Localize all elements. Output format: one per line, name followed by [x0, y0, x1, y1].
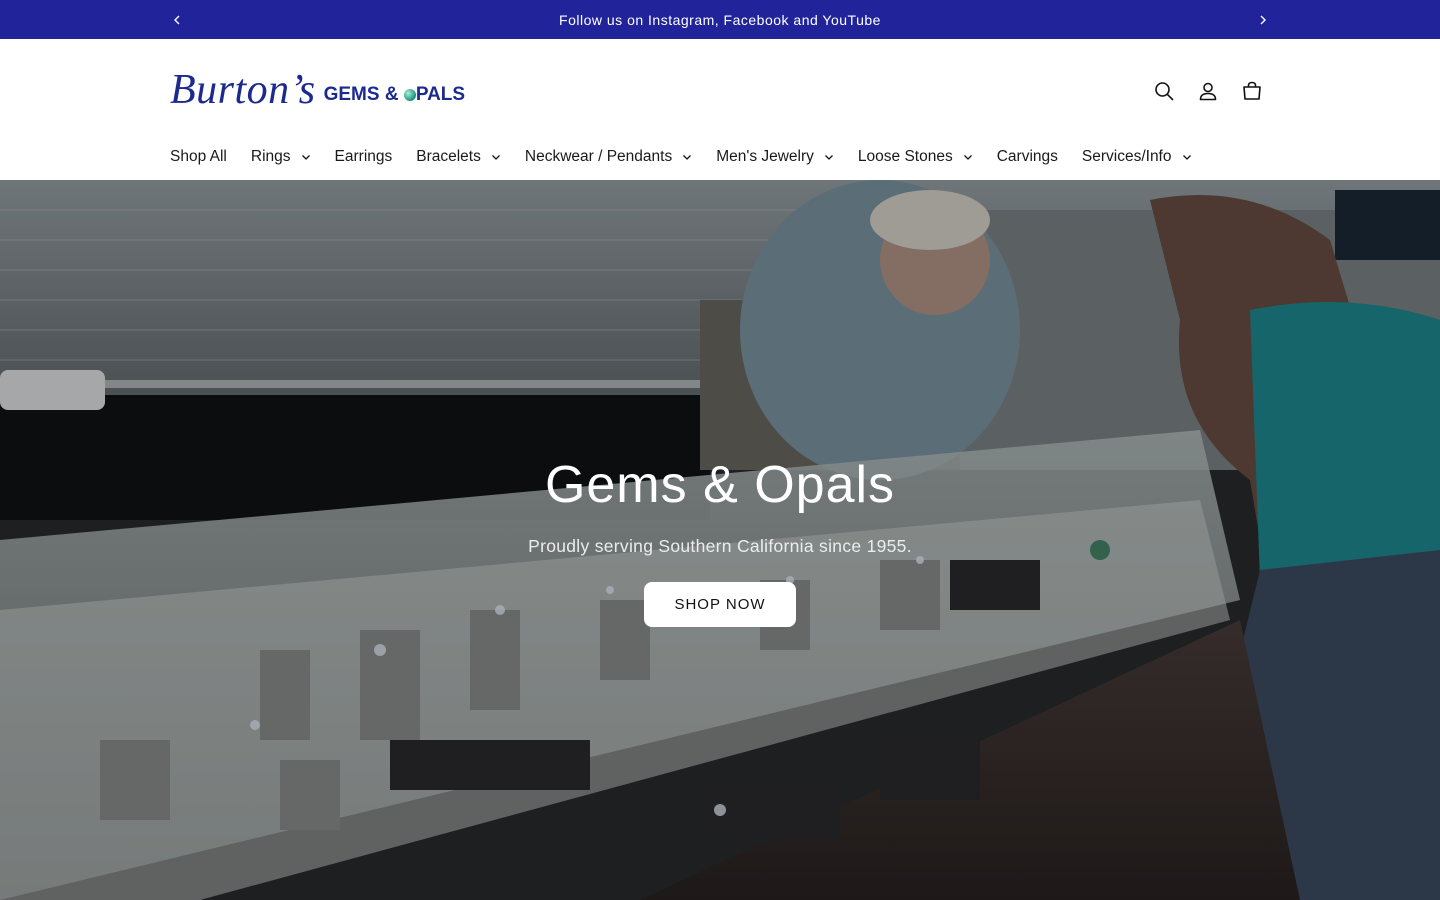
logo-sub-text: GEMS & PALS	[324, 84, 466, 106]
logo-sub-after: PALS	[415, 84, 466, 105]
store-logo[interactable]: Burton’s GEMS & PALS	[170, 65, 470, 115]
search-button[interactable]	[1148, 75, 1180, 107]
nav-item-services-info[interactable]: Services/Info	[1082, 148, 1192, 166]
hero-content: Gems & Opals Proudly serving Southern Ca…	[0, 452, 1440, 627]
account-icon	[1199, 82, 1217, 101]
chevron-down-icon	[301, 155, 310, 160]
nav-item-label: Services/Info	[1081, 148, 1172, 165]
nav-item-bracelets[interactable]: Bracelets	[416, 148, 501, 166]
opal-icon	[403, 89, 416, 101]
chevron-down-icon	[1182, 155, 1191, 160]
hero-title: Gems & Opals	[544, 456, 896, 514]
site-header: Burton’s GEMS & PALS Shop All Rings Earr…	[0, 39, 1440, 180]
nav-item-label: Earrings	[334, 148, 393, 165]
nav-item-label: Neckwear / Pendants	[524, 148, 673, 165]
chevron-down-icon	[683, 155, 692, 160]
announcement-text[interactable]: Follow us on Instagram, Facebook and You…	[559, 12, 881, 28]
announcement-next-button[interactable]	[1248, 0, 1278, 39]
cart-icon	[1243, 81, 1261, 100]
nav-item-label: Carvings	[996, 148, 1058, 165]
nav-item-label: Men's Jewelry	[716, 148, 814, 165]
nav-item-loose-stones[interactable]: Loose Stones	[858, 148, 973, 166]
nav-item-label: Loose Stones	[857, 148, 953, 165]
nav-item-label: Shop All	[170, 148, 227, 165]
chevron-left-icon	[174, 15, 180, 24]
nav-item-carvings[interactable]: Carvings	[997, 148, 1058, 166]
nav-item-earrings[interactable]: Earrings	[335, 148, 393, 166]
hero-subtitle: Proudly serving Southern California sinc…	[528, 536, 912, 556]
chevron-right-icon	[1260, 15, 1266, 24]
main-navigation: Shop All Rings Earrings Bracelets Neckwe…	[170, 145, 1216, 169]
search-icon	[1155, 82, 1174, 101]
header-icons	[1148, 75, 1268, 107]
chevron-down-icon	[963, 155, 972, 160]
nav-item-shop-all[interactable]: Shop All	[170, 148, 227, 166]
hero-banner: Gems & Opals Proudly serving Southern Ca…	[0, 180, 1440, 900]
logo-sub-before: GEMS &	[323, 84, 404, 105]
nav-item-label: Bracelets	[416, 148, 481, 165]
nav-item-rings[interactable]: Rings	[251, 148, 311, 166]
announcement-prev-button[interactable]	[162, 0, 192, 39]
chevron-down-icon	[824, 155, 833, 160]
logo-script-text: Burton’s	[170, 67, 316, 113]
nav-item-label: Rings	[250, 148, 291, 165]
cart-button[interactable]	[1236, 75, 1268, 107]
nav-item-mens-jewelry[interactable]: Men's Jewelry	[716, 148, 834, 166]
account-button[interactable]	[1192, 75, 1224, 107]
nav-item-neckwear-pendants[interactable]: Neckwear / Pendants	[525, 148, 692, 166]
announcement-bar: Follow us on Instagram, Facebook and You…	[0, 0, 1440, 39]
shop-now-button[interactable]: SHOP NOW	[644, 582, 796, 627]
chevron-down-icon	[491, 155, 500, 160]
